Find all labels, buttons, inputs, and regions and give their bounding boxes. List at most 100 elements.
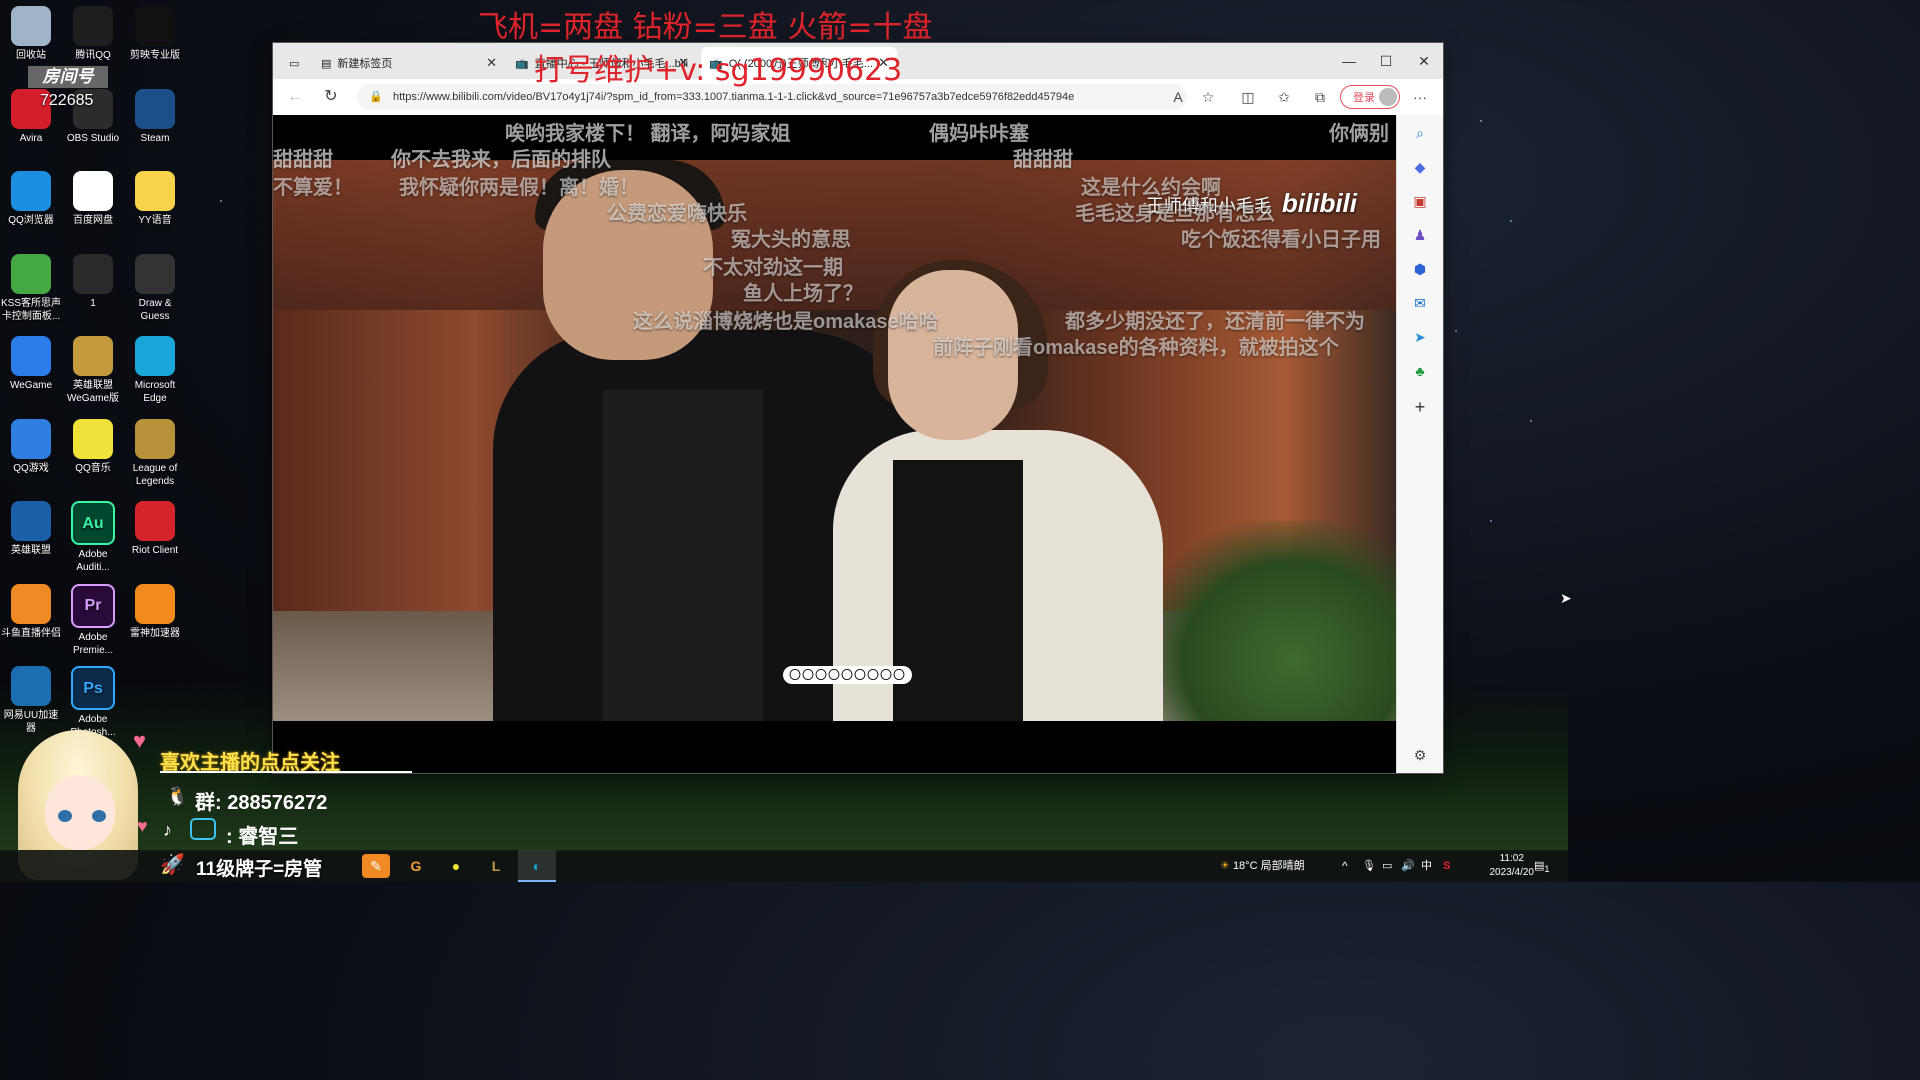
- desktop-icon-capcut[interactable]: 剪映专业版: [124, 2, 186, 62]
- bilibili-logo: bilibili: [1281, 188, 1357, 218]
- platform-name: : 睿智三: [226, 826, 299, 848]
- tab-new-tab[interactable]: ▤ 新建标签页 ✕: [313, 47, 505, 79]
- room-number: 722685: [40, 92, 94, 109]
- desktop-icon-wegame[interactable]: WeGame: [0, 332, 62, 392]
- desktop-icon-steam[interactable]: Steam: [124, 85, 186, 145]
- photoshop-icon: Ps: [71, 666, 115, 710]
- search-icon[interactable]: ⌕: [1408, 121, 1432, 145]
- danmaku-comment: 这是什么约会啊: [1081, 177, 1221, 199]
- sogou-ime-icon[interactable]: S: [1443, 850, 1450, 882]
- login-button[interactable]: 登录: [1340, 85, 1400, 109]
- taskbar-qqmusic-icon[interactable]: ●: [442, 854, 470, 878]
- ime-indicator[interactable]: 中: [1421, 850, 1432, 882]
- tools-icon[interactable]: ▣: [1408, 189, 1432, 213]
- qq-music-icon: [73, 418, 113, 459]
- taskbar-lol-icon[interactable]: L: [482, 854, 510, 878]
- clock-date: 2023/4/20: [1489, 867, 1535, 878]
- edge-sidebar: ⌕ ◆ ▣ ♟ ⬢ ✉ ➤ ♣ + ⚙: [1396, 115, 1443, 773]
- desktop-icon-premiere[interactable]: Pr Adobe Premie...: [62, 580, 124, 657]
- desktop-icon-baidu-netdisk[interactable]: 百度网盘: [62, 167, 124, 227]
- add-icon[interactable]: +: [1408, 395, 1432, 419]
- qq-game-icon: [11, 418, 51, 459]
- desktop-icon-recycle-bin[interactable]: 回收站: [0, 2, 62, 62]
- back-arrow-icon[interactable]: ←: [283, 85, 307, 109]
- microphone-icon[interactable]: 🎙: [1362, 850, 1376, 882]
- desktop-icon-label: Microsoft Edge: [134, 380, 176, 404]
- audition-icon: Au: [71, 501, 115, 545]
- lol-cn-icon: [11, 501, 51, 541]
- collections-icon[interactable]: ⧉: [1308, 85, 1332, 109]
- video-subtitle: 〇〇〇〇〇〇〇〇〇: [783, 666, 913, 684]
- page-icon: ▤: [321, 57, 332, 70]
- weather-sun-icon: ☀: [1220, 860, 1230, 872]
- taskbar-edge-icon[interactable]: ◐: [518, 850, 556, 882]
- desktop-icon-qq-browser[interactable]: QQ浏览器: [0, 167, 62, 227]
- weather-widget[interactable]: ☀ 18°C 局部晴朗: [1220, 850, 1305, 882]
- settings-gear-icon[interactable]: ⚙: [1408, 743, 1432, 767]
- bilibili-tv-icon: [190, 818, 216, 840]
- clock[interactable]: 11:02 2023/4/20: [1490, 852, 1535, 880]
- minimize-button[interactable]: —: [1331, 49, 1367, 73]
- danmaku-comment: 甜甜甜: [273, 149, 333, 171]
- penguin-icon: 🐧: [166, 786, 189, 806]
- maximize-button[interactable]: ☐: [1368, 49, 1404, 73]
- danmaku-comment: 我怀疑你两是假！离！婚！: [399, 177, 639, 199]
- shopping-tag-icon[interactable]: ◆: [1408, 155, 1432, 179]
- tree-icon[interactable]: ♣: [1408, 359, 1432, 383]
- url-text: https://www.bilibili.com/video/BV17o4y1j…: [393, 91, 1075, 103]
- danmaku-comment: 毛毛这身是旦那有怎么: [1075, 203, 1275, 225]
- split-screen-icon[interactable]: ◫: [1236, 85, 1260, 109]
- video-page: 王师傅和小毛毛 bilibili 〇〇〇〇〇〇〇〇〇 唉哟我家楼下！ 翻译，阿妈家…: [273, 115, 1397, 773]
- tray-chevron-icon[interactable]: ^: [1342, 850, 1348, 882]
- tab-actions-icon[interactable]: ▭: [281, 47, 313, 79]
- bilibili-tab-icon: 📺: [515, 57, 529, 70]
- desktop-icon-label: Steam: [140, 132, 170, 144]
- danmaku-comment: 都多少期没还了，还清前一律不为: [1065, 311, 1365, 333]
- lol-wegame-icon: [73, 336, 113, 376]
- notification-icon[interactable]: ▤1: [1534, 850, 1550, 882]
- office-icon[interactable]: ⬢: [1408, 257, 1432, 281]
- favorite-star-icon[interactable]: ☆: [1196, 85, 1220, 109]
- favorites-icon[interactable]: ✩: [1272, 85, 1296, 109]
- desktop-icon-qq-game[interactable]: QQ游戏: [0, 415, 62, 475]
- volume-icon[interactable]: 🔊: [1401, 850, 1415, 882]
- desktop-icon-riot[interactable]: Riot Client: [124, 497, 186, 557]
- desktop-icon-lol-cn[interactable]: 英雄联盟: [0, 497, 62, 557]
- desktop-icon-label: 腾讯QQ: [75, 50, 111, 61]
- more-menu-icon[interactable]: ···: [1408, 85, 1432, 109]
- send-icon[interactable]: ➤: [1408, 325, 1432, 349]
- desktop-icon-lol-wegame[interactable]: 英雄联盟WeGame版: [62, 332, 124, 405]
- taskbar-g-icon[interactable]: G: [402, 854, 430, 878]
- capcut-icon: [135, 6, 175, 46]
- desktop-icon-leishen[interactable]: 雷神加速器: [124, 580, 186, 640]
- desktop-icon-draw-guess[interactable]: Draw & Guess: [124, 250, 186, 323]
- danmaku-comment: 公费恋爱嗨快乐: [607, 203, 747, 225]
- desktop-icon-label: 回收站: [16, 50, 46, 61]
- desktop-icon-qq[interactable]: 腾讯QQ: [62, 2, 124, 62]
- read-aloud-icon[interactable]: A: [1166, 85, 1190, 109]
- close-window-button[interactable]: ✕: [1406, 49, 1442, 73]
- refresh-icon[interactable]: ↻: [319, 85, 343, 109]
- qq-browser-icon: [11, 171, 51, 211]
- desktop-icon-kss[interactable]: KSS客所思声卡控制面板...: [0, 250, 62, 323]
- close-tab-icon[interactable]: ✕: [486, 55, 497, 71]
- desktop-icon-label: QQ游戏: [13, 462, 49, 474]
- lock-icon: 🔒: [369, 91, 383, 103]
- desktop-icon-label: OBS Studio: [66, 132, 120, 144]
- desktop-icon-qq-music[interactable]: QQ音乐: [62, 415, 124, 475]
- desktop-icon-label: 英雄联盟WeGame版: [66, 380, 120, 404]
- desktop-icon-lol[interactable]: League of Legends: [124, 415, 186, 488]
- lol-icon: [135, 418, 175, 459]
- outlook-icon[interactable]: ✉: [1408, 291, 1432, 315]
- desktop-icon-yy[interactable]: YY语音: [124, 167, 186, 227]
- desktop-icon-label: League of Legends: [132, 462, 178, 487]
- desktop-icon-audition[interactable]: Au Adobe Auditi...: [62, 497, 124, 574]
- desktop-icon-douyu[interactable]: 斗鱼直播伴侣: [0, 580, 62, 640]
- desktop-icon-edge[interactable]: Microsoft Edge: [124, 332, 186, 405]
- taskbar-douyu-icon[interactable]: ✎: [362, 854, 390, 878]
- rocket-icon: 🚀: [160, 854, 185, 876]
- desktop-icon-label: Avira: [19, 132, 43, 144]
- network-icon[interactable]: ▭: [1382, 850, 1392, 882]
- games-icon[interactable]: ♟: [1408, 223, 1432, 247]
- desktop-icon-shortcut[interactable]: 1: [62, 250, 124, 310]
